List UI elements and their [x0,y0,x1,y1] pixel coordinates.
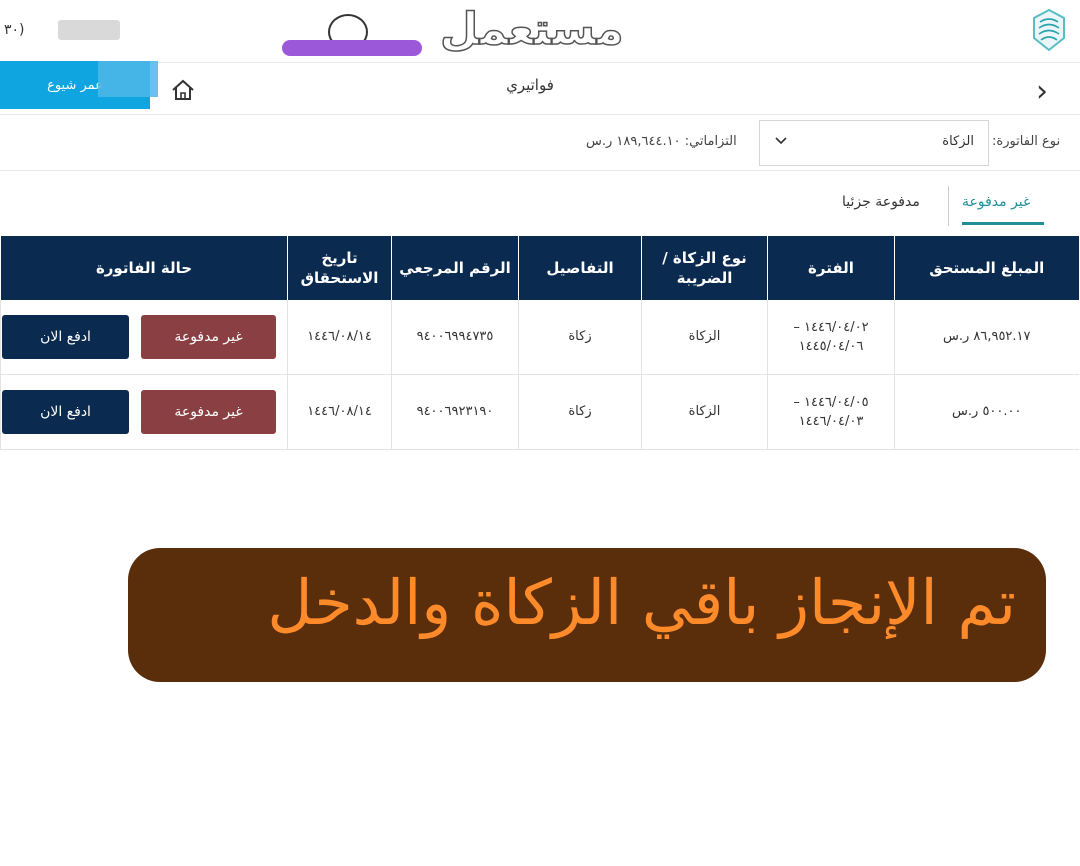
cell-status: غير مدفوعة ادفع الان [0,300,288,375]
select-value: الزكاة [942,134,974,149]
status-badge: غير مدفوعة [141,315,276,359]
header-status: حالة الفاتورة [0,236,288,300]
header-details: التفاصيل [518,236,642,300]
redacted-area [98,61,158,97]
header-type: نوع الزكاة / الضريبة [641,236,768,300]
banner-text: تم الإنجاز باقي الزكاة والدخل [267,566,1016,639]
obligations-summary: التزاماتي: ١٨٩,٦٤٤.١٠ ر.س [586,134,737,149]
status-badge: غير مدفوعة [141,390,276,434]
table-row: ٥٠٠.٠٠ ر.س ١٤٤٦/٠٤/٠٥ – ١٤٤٦/٠٤/٠٣ الزكاة… [0,374,1079,450]
tab-partially-paid[interactable]: مدفوعة جزئيا [842,194,920,210]
home-icon[interactable] [170,78,196,102]
period-start: ١٤٤٦/٠٤/٠٥ – [793,394,869,410]
completion-banner: تم الإنجاز باقي الزكاة والدخل [128,548,1046,682]
cell-due-date: ١٤٤٦/٠٨/١٤ [287,300,392,375]
cell-amount: ٥٠٠.٠٠ ر.س [894,374,1079,450]
cell-period: ١٤٤٦/٠٤/٠٥ – ١٤٤٦/٠٤/٠٣ [767,374,895,450]
cell-type: الزكاة [641,300,768,375]
header-amount: المبلغ المستحق [894,236,1079,300]
pay-now-button[interactable]: ادفع الان [2,315,130,359]
invoices-table: المبلغ المستحق الفترة نوع الزكاة / الضري… [0,236,1079,450]
cell-details: زكاة [518,300,642,375]
cell-reference: ٩٤٠٠٦٩٢٣١٩٠ [391,374,519,450]
tab-divider [948,186,949,226]
cell-due-date: ١٤٤٦/٠٨/١٤ [287,374,392,450]
chevron-down-icon [775,137,787,145]
obligations-value: ١٨٩,٦٤٤.١٠ ر.س [586,134,681,149]
cell-reference: ٩٤٠٠٦٩٩٤٧٣٥ [391,300,519,375]
cell-details: زكاة [518,374,642,450]
period-start: ١٤٤٦/٠٤/٠٢ – [793,319,869,335]
page-title: فواتيري [506,76,554,94]
active-tab-indicator [962,222,1044,225]
tab-unpaid[interactable]: غير مدفوعة [962,194,1030,210]
cell-amount: ٨٦,٩٥٢.١٧ ر.س [894,300,1079,375]
header-reference: الرقم المرجعي [391,236,519,300]
cell-type: الزكاة [641,374,768,450]
cell-status: غير مدفوعة ادفع الان [0,374,288,450]
redaction-mark [282,40,422,56]
pay-now-button[interactable]: ادفع الان [2,390,130,434]
back-chevron-icon[interactable]: › [1036,74,1048,109]
period-end: ١٤٤٦/٠٤/٠٣ [798,414,864,429]
invoice-type-select[interactable]: الزكاة [759,120,989,166]
redacted-area [58,20,120,40]
account-text: (٣٠ [4,22,25,38]
watermark: مستعمل [439,3,624,56]
obligations-label: التزاماتي: [684,134,737,149]
header-period: الفترة [767,236,895,300]
zatca-logo-icon [1033,8,1065,52]
table-header-row: المبلغ المستحق الفترة نوع الزكاة / الضري… [0,236,1079,300]
header-due-date: تاريخ الاستحقاق [287,236,392,300]
period-end: ١٤٤٥/٠٤/٠٦ [798,339,864,354]
cell-period: ١٤٤٦/٠٤/٠٢ – ١٤٤٥/٠٤/٠٦ [767,300,895,375]
table-row: ٨٦,٩٥٢.١٧ ر.س ١٤٤٦/٠٤/٠٢ – ١٤٤٥/٠٤/٠٦ الز… [0,300,1079,375]
invoice-type-label: نوع الفاتورة: [992,134,1061,149]
